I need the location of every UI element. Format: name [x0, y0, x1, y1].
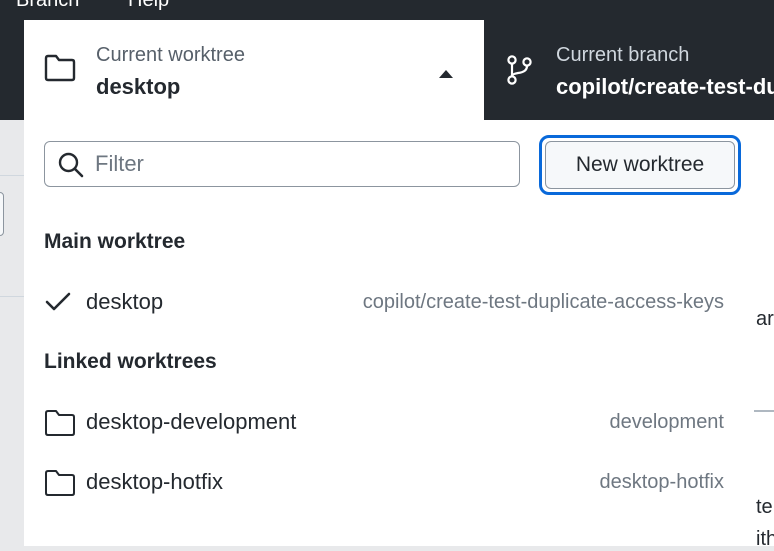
- worktree-branch: development: [609, 411, 724, 433]
- background-button: [0, 192, 4, 236]
- worktree-branch: desktop-hotfix: [599, 471, 724, 493]
- check-icon: [44, 291, 72, 318]
- background-divider: [0, 175, 24, 176]
- worktree-row-desktop-hotfix[interactable]: desktop-hotfix desktop-hotfix: [24, 454, 754, 510]
- menu-bar: Branch Help: [0, 0, 774, 20]
- worktree-row-desktop[interactable]: desktop copilot/create-test-duplicate-ac…: [24, 274, 754, 330]
- background-page: [754, 120, 774, 546]
- background-text: te: [756, 496, 773, 518]
- worktree-name: desktop-development: [86, 409, 297, 434]
- worktree-branch: copilot/create-test-duplicate-access-key…: [362, 291, 724, 313]
- filter-input[interactable]: [95, 148, 505, 180]
- filter-field[interactable]: [44, 141, 520, 187]
- current-worktree-button[interactable]: Current worktree desktop: [24, 20, 484, 120]
- worktree-row-desktop-development[interactable]: desktop-development development: [24, 394, 754, 450]
- menu-item-help[interactable]: Help: [128, 0, 169, 12]
- background-divider: [754, 410, 774, 412]
- section-header-linked: Linked worktrees: [44, 350, 217, 373]
- background-text: ith: [756, 528, 774, 550]
- background-divider: [0, 296, 24, 297]
- caret-up-icon: [438, 66, 454, 84]
- current-branch-button[interactable]: Current branch copilot/create-test-dupli…: [484, 20, 774, 120]
- section-header-main: Main worktree: [44, 230, 186, 253]
- current-branch-value: copilot/create-test-duplicate-access-key…: [556, 74, 774, 99]
- toolbar-left-edge: [0, 20, 24, 120]
- toolbar: Current worktree desktop Current branch …: [0, 20, 774, 120]
- folder-icon: [44, 469, 76, 502]
- folder-icon: [44, 54, 76, 87]
- worktree-dropdown: New worktree Main worktree desktop copil…: [24, 120, 754, 546]
- worktree-name: desktop: [86, 289, 164, 314]
- new-worktree-button-focus-ring[interactable]: New worktree: [539, 135, 741, 195]
- background-text: ar: [756, 308, 774, 330]
- folder-icon: [44, 409, 76, 442]
- current-worktree-value: desktop: [96, 74, 181, 99]
- git-branch-icon: [506, 54, 534, 91]
- search-icon: [57, 151, 85, 184]
- worktree-name: desktop-hotfix: [86, 469, 223, 494]
- menu-item-branch[interactable]: Branch: [16, 0, 79, 12]
- current-worktree-label: Current worktree: [96, 44, 245, 66]
- current-branch-label: Current branch: [556, 44, 690, 66]
- new-worktree-button[interactable]: New worktree: [545, 141, 735, 189]
